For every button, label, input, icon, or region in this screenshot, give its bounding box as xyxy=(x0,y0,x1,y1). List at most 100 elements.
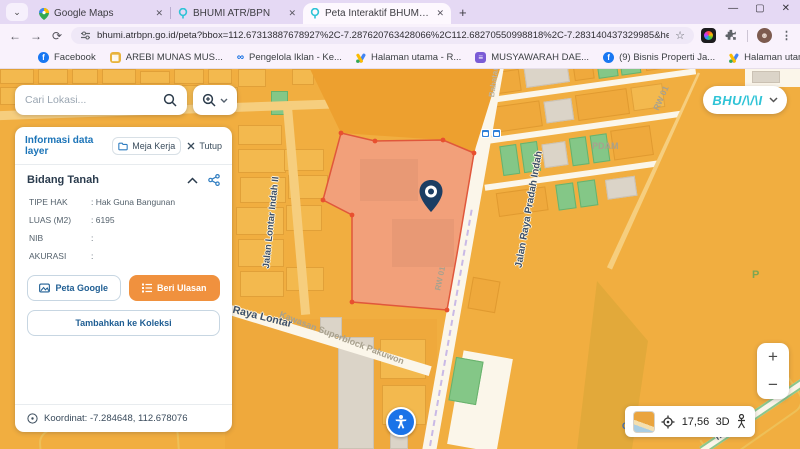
bhumi-tab-icon xyxy=(178,8,188,19)
field-value: : Hak Guna Bangunan xyxy=(91,197,175,207)
extensions-puzzle-icon[interactable] xyxy=(725,29,738,42)
window-maximize-button[interactable]: ▢ xyxy=(755,3,764,14)
bookmark-musyawarah[interactable]: ≡ MUSYAWARAH DAE... xyxy=(475,52,589,63)
browser-toolbar: ← → ⟳ bhumi.atrbpn.go.id/peta?bbox=112.6… xyxy=(0,24,800,47)
close-panel-button[interactable]: Tutup xyxy=(187,141,222,151)
close-icon xyxy=(187,142,195,150)
pegman-icon[interactable] xyxy=(736,414,747,429)
url-text: bhumi.atrbpn.go.id/peta?bbox=112.6731388… xyxy=(97,30,669,41)
bookmark-arebi[interactable]: ▦ AREBI MUNAS MUS... xyxy=(110,52,223,63)
map-toolbar: 17,56 3D xyxy=(625,406,755,437)
extension-icon[interactable] xyxy=(701,28,716,43)
search-input[interactable] xyxy=(25,94,155,106)
window-close-button[interactable]: ✕ xyxy=(782,3,790,14)
field-label: AKURASI xyxy=(29,251,91,261)
parking-label: P xyxy=(752,269,759,281)
search-icon[interactable] xyxy=(163,93,177,107)
facebook-icon: f xyxy=(603,52,614,63)
field-label: LUAS (M2) xyxy=(29,215,91,225)
coordinate-icon xyxy=(27,413,38,424)
site-settings-icon xyxy=(80,30,91,41)
bookmark-pengelola-iklan[interactable]: ∞ Pengelola Iklan - Ke... xyxy=(237,52,342,63)
forward-button[interactable]: → xyxy=(29,29,43,43)
meja-kerja-button[interactable]: Meja Kerja xyxy=(112,137,181,155)
basemap-thumbnail[interactable] xyxy=(633,411,655,433)
bus-stop-icon xyxy=(481,129,490,138)
google-ads-icon xyxy=(356,53,366,63)
tab-search-button[interactable]: ⌄ xyxy=(6,3,28,21)
collapse-chevron-icon[interactable] xyxy=(187,177,198,184)
field-value: : xyxy=(91,251,93,261)
chevron-down-icon xyxy=(769,97,778,103)
map-zoom-control: + − xyxy=(757,343,789,399)
accessibility-icon xyxy=(393,414,409,430)
accessibility-button[interactable] xyxy=(386,407,416,437)
tab-close-icon[interactable]: ✕ xyxy=(436,8,444,19)
bhumi-tab-icon xyxy=(310,8,320,19)
musyawarah-icon: ≡ xyxy=(475,52,486,63)
google-maps-icon xyxy=(39,8,49,20)
browser-menu-icon[interactable]: ⋮ xyxy=(781,29,792,42)
meja-kerja-label: Meja Kerja xyxy=(132,141,175,151)
bookmark-star-icon[interactable]: ☆ xyxy=(675,29,685,42)
tambahkan-koleksi-label: Tambahkan ke Koleksi xyxy=(75,318,171,328)
tab-google-maps[interactable]: Google Maps ✕ xyxy=(32,3,170,24)
meta-icon: ∞ xyxy=(237,52,244,63)
bookmark-label: MUSYAWARAH DAE... xyxy=(491,52,589,63)
bookmark-halaman-utama-2[interactable]: Halaman utama - R... xyxy=(729,52,800,63)
zoom-level-readout: 17,56 xyxy=(682,416,710,428)
layer-info-panel: Informasi data layer Meja Kerja Tutup Bi… xyxy=(15,127,232,432)
tutup-label: Tutup xyxy=(199,141,222,151)
section-title: Bidang Tanah xyxy=(27,174,187,186)
tab-peta-interaktif-active[interactable]: Peta Interaktif BHUMI ATR/BPN ✕ xyxy=(303,3,451,24)
bookmark-halaman-utama-1[interactable]: Halaman utama - R... xyxy=(356,52,461,63)
arebi-icon: ▦ xyxy=(110,52,121,63)
bhumi-logo: BHU/\/\I xyxy=(712,93,762,108)
field-value: : 6195 xyxy=(91,215,115,225)
bookmarks-bar: f Facebook ▦ AREBI MUNAS MUS... ∞ Pengel… xyxy=(0,47,800,69)
map-pin[interactable] xyxy=(418,179,444,213)
reload-button[interactable]: ⟳ xyxy=(50,29,64,43)
bus-stop-icon xyxy=(492,129,501,138)
review-list-icon xyxy=(142,283,152,293)
panel-title: Informasi data layer xyxy=(25,135,106,157)
bookmark-label: Halaman utama - R... xyxy=(744,52,800,63)
beri-ulasan-label: Beri Ulasan xyxy=(157,283,207,293)
field-label: NIB xyxy=(29,233,91,243)
field-value: : xyxy=(91,233,93,243)
tab-title: Google Maps xyxy=(54,8,150,19)
zoom-out-button[interactable]: − xyxy=(768,375,778,395)
tab-title: BHUMI ATR/BPN xyxy=(193,8,283,19)
share-icon[interactable] xyxy=(208,174,220,186)
tab-close-icon[interactable]: ✕ xyxy=(155,8,163,19)
bookmark-label: AREBI MUNAS MUS... xyxy=(126,52,223,63)
address-bar[interactable]: bhumi.atrbpn.go.id/peta?bbox=112.6731388… xyxy=(71,27,694,44)
magnifier-plus-icon xyxy=(202,93,216,107)
chevron-down-icon xyxy=(220,98,228,103)
bookmark-bisnis-properti[interactable]: f (9) Bisnis Properti Ja... xyxy=(603,52,715,63)
profile-avatar[interactable]: ☻ xyxy=(757,28,772,43)
tab-close-icon[interactable]: ✕ xyxy=(288,8,296,19)
bhumi-logo-menu[interactable]: BHU/\/\I xyxy=(703,86,787,114)
area-label: PDAM xyxy=(592,141,619,151)
bookmark-label: Pengelola Iklan - Ke... xyxy=(249,52,342,63)
beri-ulasan-button[interactable]: Beri Ulasan xyxy=(129,275,221,301)
new-tab-button[interactable]: + xyxy=(459,5,467,20)
coordinate-readout: Koordinat: -7.284648, 112.678076 xyxy=(44,413,188,424)
bookmark-label: (9) Bisnis Properti Ja... xyxy=(619,52,715,63)
tambahkan-koleksi-button[interactable]: Tambahkan ke Koleksi xyxy=(27,310,220,336)
window-minimize-button[interactable]: — xyxy=(728,3,738,14)
location-search-bar[interactable] xyxy=(15,85,187,115)
mode-3d-button[interactable]: 3D xyxy=(716,416,730,428)
facebook-icon: f xyxy=(38,52,49,63)
peta-google-button[interactable]: Peta Google xyxy=(27,275,121,301)
zoom-in-button[interactable]: + xyxy=(768,347,778,367)
locate-icon[interactable] xyxy=(661,415,675,429)
back-button[interactable]: ← xyxy=(8,29,22,43)
field-label: TIPE HAK xyxy=(29,197,91,207)
zoom-search-button[interactable] xyxy=(193,85,237,115)
toolbar-separator xyxy=(747,30,748,42)
bookmark-facebook[interactable]: f Facebook xyxy=(38,52,96,63)
workspace-folder-icon xyxy=(118,142,128,151)
tab-bhumi[interactable]: BHUMI ATR/BPN ✕ xyxy=(171,3,303,24)
